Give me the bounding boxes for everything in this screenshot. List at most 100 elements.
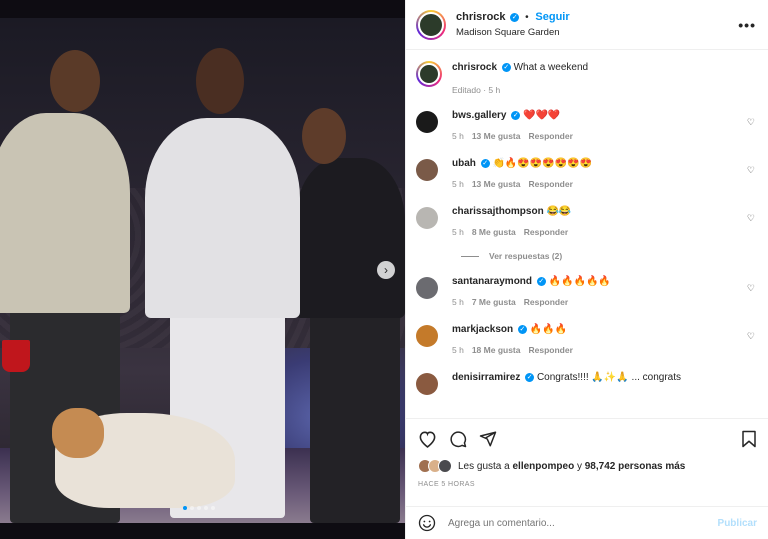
emoji-smiley-icon[interactable] xyxy=(418,514,436,532)
verified-badge-icon: ✓ xyxy=(536,277,546,286)
reply-button[interactable]: Responder xyxy=(524,227,568,237)
comment-text: 😂😂 xyxy=(546,206,572,217)
commenter-username[interactable]: denisirramirez xyxy=(452,372,520,383)
like-comment-heart-icon[interactable]: ♡ xyxy=(747,213,755,224)
post-comment-button[interactable]: Publicar xyxy=(718,518,757,529)
likes-prefix: Les gusta a xyxy=(458,460,510,472)
commenter-username[interactable]: bws.gallery xyxy=(452,110,506,121)
red-cup xyxy=(2,340,30,372)
verified-badge-icon: ✓ xyxy=(517,325,527,334)
comment-likes[interactable]: 13 Me gusta xyxy=(472,179,521,189)
commenter-avatar[interactable] xyxy=(416,159,438,181)
verified-badge-icon: ✓ xyxy=(511,111,521,120)
comment-time: 5 h xyxy=(452,227,464,237)
comment-likes[interactable]: 18 Me gusta xyxy=(472,345,521,355)
commenter-avatar[interactable] xyxy=(416,325,438,347)
likes-summary: Les gusta a ellenpompeo y 98,742 persona… xyxy=(418,459,757,473)
author-avatar[interactable] xyxy=(416,9,446,40)
comment-likes[interactable]: 13 Me gusta xyxy=(472,131,521,141)
reply-button[interactable]: Responder xyxy=(528,131,572,141)
comment-input[interactable] xyxy=(448,517,718,529)
commenter-username[interactable]: ubah xyxy=(452,158,476,169)
person-right-head xyxy=(302,108,346,164)
verified-badge-icon: ✓ xyxy=(501,63,511,72)
carousel-dot xyxy=(190,506,194,510)
carousel-dot xyxy=(204,506,208,510)
replies-line xyxy=(461,255,479,257)
comment-item: denisirramirez ✓ Congrats!!!! 🙏✨🙏 ... co… xyxy=(416,371,757,395)
likes-connector: y xyxy=(576,460,582,472)
view-replies-button[interactable]: Ver respuestas (2) xyxy=(461,251,757,261)
reply-button[interactable]: Responder xyxy=(528,345,572,355)
commenter-username[interactable]: charissajthompson xyxy=(452,206,544,217)
carousel-dot xyxy=(211,506,215,510)
person-right xyxy=(295,158,405,318)
carousel-dot xyxy=(197,506,201,510)
separator-dot: • xyxy=(525,12,529,23)
post-location[interactable]: Madison Square Garden xyxy=(456,27,738,38)
comment-time: 5 h xyxy=(452,297,464,307)
comment-item: markjackson ✓ 🔥🔥🔥 5 h 18 Me gusta Respon… xyxy=(416,323,757,355)
caption-username[interactable]: chrisrock xyxy=(452,62,497,73)
post-photo-panel: › xyxy=(0,0,405,539)
comment-text: ❤️❤️❤️ xyxy=(523,110,561,121)
carousel-dots xyxy=(183,506,215,510)
comment-item: charissajthompson 😂😂 5 h 8 Me gusta Resp… xyxy=(416,205,757,237)
comment-text: 🔥🔥🔥 xyxy=(529,324,568,335)
person-left xyxy=(0,113,130,313)
add-comment-bar: Publicar xyxy=(406,506,768,539)
author-username[interactable]: chrisrock xyxy=(456,11,506,23)
commenter-avatar[interactable] xyxy=(416,277,438,299)
like-comment-heart-icon[interactable]: ♡ xyxy=(747,165,755,176)
like-comment-heart-icon[interactable]: ♡ xyxy=(747,283,755,294)
post-side-panel: chrisrock ✓ • Seguir Madison Square Gard… xyxy=(405,0,768,539)
commenter-avatar[interactable] xyxy=(416,207,438,229)
comment-text: 🔥🔥🔥🔥🔥 xyxy=(548,276,611,287)
follow-button[interactable]: Seguir xyxy=(535,11,569,23)
post-timestamp[interactable]: HACE 5 HORAS xyxy=(418,481,757,488)
save-bookmark-icon[interactable] xyxy=(741,430,757,448)
liker-avatar xyxy=(438,459,452,473)
comments-list[interactable]: chrisrock ✓ What a weekend Editado · 5 h… xyxy=(406,51,768,415)
comment-time: 5 h xyxy=(452,131,464,141)
commenter-username[interactable]: santanaraymond xyxy=(452,276,532,287)
verified-badge-icon: ✓ xyxy=(510,13,520,22)
comment-item: bws.gallery ✓ ❤️❤️❤️ 5 h 13 Me gusta Res… xyxy=(416,109,757,141)
view-replies-label[interactable]: Ver respuestas (2) xyxy=(489,251,562,261)
liker-avatars xyxy=(418,459,452,473)
comment-time: 5 h xyxy=(452,345,464,355)
comment-item: santanaraymond ✓ 🔥🔥🔥🔥🔥 5 h 7 Me gusta Re… xyxy=(416,275,757,307)
commenter-avatar[interactable] xyxy=(416,373,438,395)
comment-item: ubah ✓ 👏🔥😍😍😍😍😍😍 5 h 13 Me gusta Responde… xyxy=(416,157,757,189)
caption-text: What a weekend xyxy=(513,62,589,73)
verified-badge-icon: ✓ xyxy=(480,159,490,168)
reply-button[interactable]: Responder xyxy=(528,179,572,189)
comment-text: 👏🔥😍😍😍😍😍😍 xyxy=(492,158,593,169)
person-center-head xyxy=(196,48,244,114)
like-comment-heart-icon[interactable]: ♡ xyxy=(747,117,755,128)
caption-avatar[interactable] xyxy=(416,61,442,87)
reply-button[interactable]: Responder xyxy=(524,297,568,307)
next-image-button[interactable]: › xyxy=(377,261,395,279)
person-right-legs xyxy=(310,308,400,523)
like-heart-icon[interactable] xyxy=(418,430,437,448)
like-comment-heart-icon[interactable]: ♡ xyxy=(747,331,755,342)
post-header: chrisrock ✓ • Seguir Madison Square Gard… xyxy=(406,0,768,50)
post-image[interactable] xyxy=(0,18,405,523)
person-center xyxy=(145,118,300,318)
carousel-dot-active xyxy=(183,506,187,510)
likes-others[interactable]: 98,742 personas más xyxy=(585,461,686,472)
comment-likes[interactable]: 7 Me gusta xyxy=(472,297,516,307)
commenter-avatar[interactable] xyxy=(416,111,438,133)
comment-bubble-icon[interactable] xyxy=(449,430,467,448)
share-send-icon[interactable] xyxy=(479,430,497,448)
comment-likes[interactable]: 8 Me gusta xyxy=(472,227,516,237)
post-actions: Les gusta a ellenpompeo y 98,742 persona… xyxy=(406,418,768,496)
commenter-username[interactable]: markjackson xyxy=(452,324,513,335)
comment-time: 5 h xyxy=(452,179,464,189)
verified-badge-icon: ✓ xyxy=(525,373,535,382)
caption: chrisrock ✓ What a weekend Editado · 5 h xyxy=(416,61,757,95)
comment-text: Congrats!!!! 🙏✨🙏 ... congrats xyxy=(536,372,682,383)
more-options-icon[interactable]: ••• xyxy=(738,17,756,33)
likes-user[interactable]: ellenpompeo xyxy=(513,461,575,472)
